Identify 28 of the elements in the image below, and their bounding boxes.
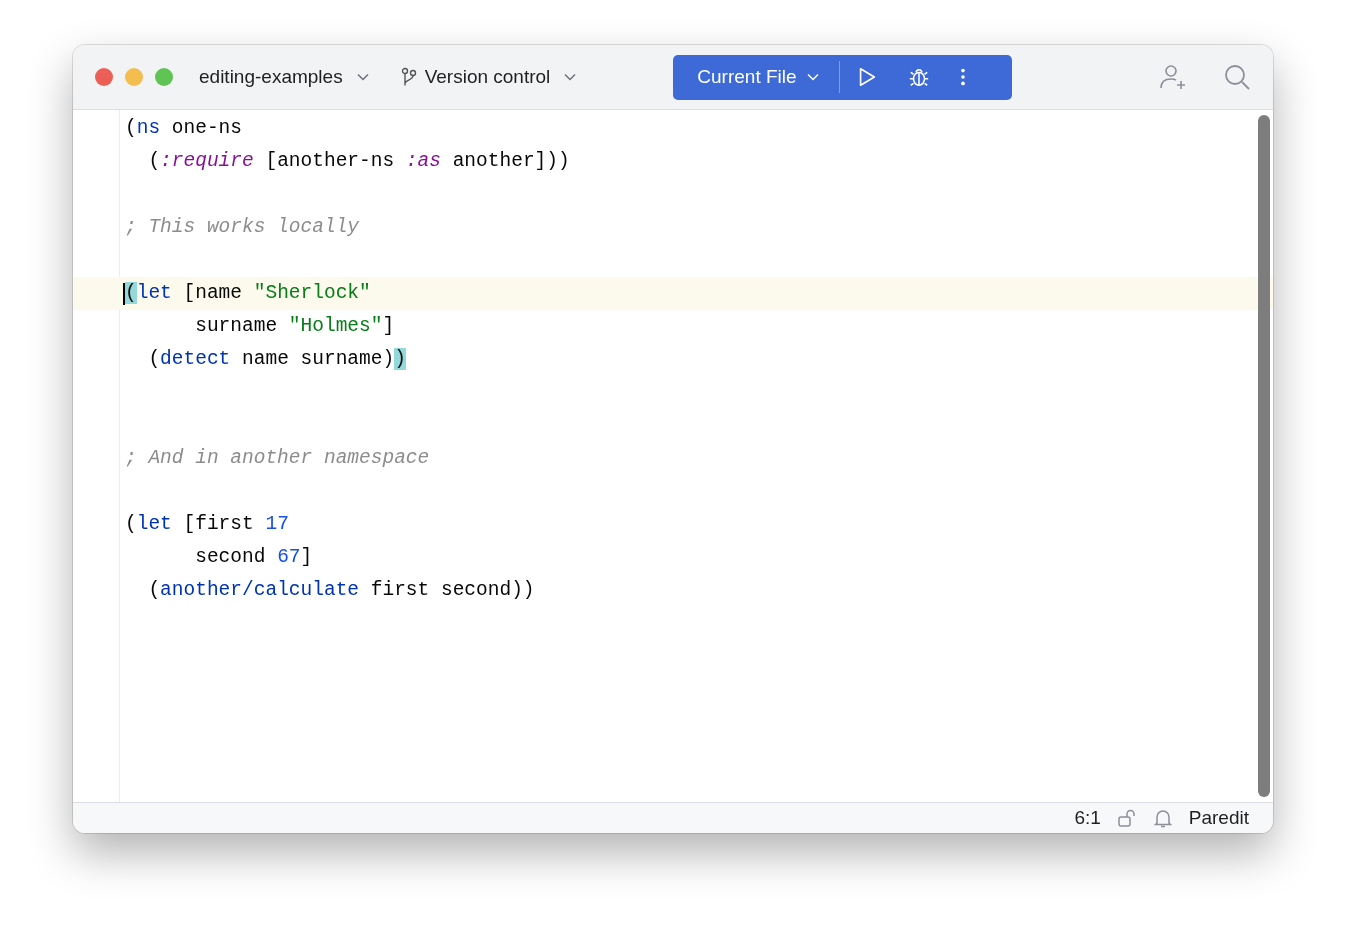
branch-icon bbox=[400, 67, 417, 87]
minimize-button[interactable] bbox=[125, 68, 143, 86]
code-line: (another/calculate first second)) bbox=[147, 578, 536, 603]
cursor-position[interactable]: 6:1 bbox=[1074, 807, 1101, 829]
chevron-down-icon bbox=[356, 73, 369, 81]
add-user-icon[interactable] bbox=[1159, 63, 1187, 91]
paredit-mode-label[interactable]: Paredit bbox=[1188, 807, 1249, 829]
code-line: second 67] bbox=[194, 545, 314, 570]
project-dropdown[interactable]: editing-examples bbox=[199, 66, 369, 88]
code-line: (ns one-ns bbox=[124, 116, 244, 141]
unlocked-padlock-icon[interactable] bbox=[1116, 808, 1137, 828]
scrollbar-thumb[interactable] bbox=[1258, 115, 1270, 797]
code-line: ; And in another namespace bbox=[124, 446, 431, 471]
bug-icon[interactable] bbox=[907, 66, 930, 88]
code-line: (:require [another-ns :as another])) bbox=[147, 149, 571, 174]
more-options-icon[interactable] bbox=[959, 66, 966, 88]
code-line: ; This works locally bbox=[124, 215, 361, 240]
chevron-down-icon bbox=[806, 73, 819, 81]
chevron-down-icon bbox=[564, 73, 577, 81]
run-configuration-button[interactable]: Current File bbox=[673, 66, 819, 88]
code-line: (let [first 17 bbox=[124, 512, 290, 537]
code-line: (detect name surname)) bbox=[147, 347, 407, 372]
version-control-dropdown[interactable]: Version control bbox=[400, 66, 577, 88]
bell-icon[interactable] bbox=[1152, 808, 1173, 828]
code-line: surname "Holmes"] bbox=[194, 314, 396, 339]
zoom-button[interactable] bbox=[155, 68, 173, 86]
close-button[interactable] bbox=[95, 68, 113, 86]
search-icon[interactable] bbox=[1223, 63, 1251, 91]
